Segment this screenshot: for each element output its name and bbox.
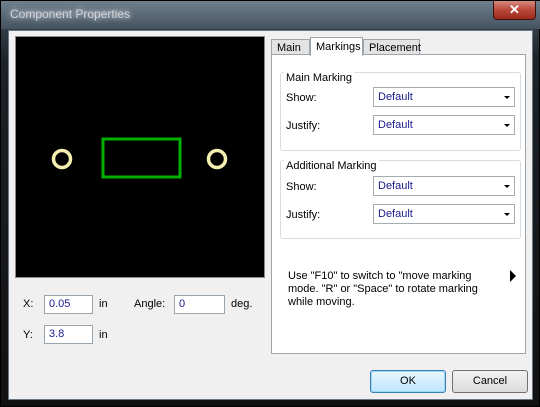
ok-button[interactable]: OK: [370, 370, 446, 393]
additional-justify-dropdown[interactable]: Default: [373, 204, 515, 224]
pad-right: [206, 148, 228, 170]
chevron-down-icon: [504, 96, 510, 99]
angle-label: Angle:: [134, 298, 166, 310]
title-bar[interactable]: Component Properties ✕: [1, 1, 540, 29]
y-input[interactable]: 3.8: [44, 325, 93, 344]
main-show-dropdown[interactable]: Default: [373, 87, 515, 107]
cancel-button[interactable]: Cancel: [452, 370, 528, 393]
component-properties-window: Component Properties ✕ X: 0.05 in Angle:…: [0, 0, 540, 407]
play-arrow-icon[interactable]: [510, 270, 516, 282]
pad-left: [51, 148, 73, 170]
chevron-down-icon: [504, 185, 510, 188]
main-justify-label: Justify:: [286, 120, 321, 132]
close-button[interactable]: ✕: [493, 1, 536, 20]
additional-marking-group: Additional Marking Show: Default Justify…: [280, 160, 521, 239]
y-label: Y:: [23, 329, 33, 341]
x-input[interactable]: 0.05: [44, 295, 93, 314]
main-show-value: Default: [378, 91, 413, 103]
markings-tab-panel: Main Marking Show: Default Justify: Defa…: [271, 54, 526, 354]
hint-text: Use "F10" to switch to "move marking mod…: [288, 270, 493, 309]
additional-show-dropdown[interactable]: Default: [373, 176, 515, 196]
additional-marking-title: Additional Marking: [284, 160, 379, 172]
dialog-client: X: 0.05 in Angle: 0 deg. Y: 3.8 in Main …: [8, 30, 533, 400]
angle-input[interactable]: 0: [174, 295, 225, 314]
hint-line-2: mode. "R" or "Space" to rotate marking: [288, 283, 478, 295]
additional-justify-value: Default: [378, 208, 413, 220]
component-outline: [101, 137, 182, 179]
main-marking-group: Main Marking Show: Default Justify: Defa…: [280, 72, 521, 151]
x-unit: in: [99, 298, 108, 310]
chevron-down-icon: [504, 213, 510, 216]
main-justify-value: Default: [378, 119, 413, 131]
hint-line-3: while moving.: [288, 296, 355, 308]
x-label: X:: [23, 298, 34, 310]
component-preview: [15, 36, 265, 278]
additional-justify-label: Justify:: [286, 209, 321, 221]
additional-show-value: Default: [378, 180, 413, 192]
window-title: Component Properties: [10, 7, 131, 21]
y-unit: in: [99, 329, 108, 341]
main-show-label: Show:: [286, 92, 317, 104]
chevron-down-icon: [504, 124, 510, 127]
main-marking-title: Main Marking: [284, 72, 355, 84]
footprint-drawing: [51, 137, 228, 179]
tab-markings[interactable]: Markings: [310, 37, 363, 56]
additional-show-label: Show:: [286, 181, 317, 193]
angle-unit: deg.: [231, 298, 253, 310]
hint-line-1: Use "F10" to switch to "move marking: [288, 270, 472, 282]
main-justify-dropdown[interactable]: Default: [373, 115, 515, 135]
coordinates-panel: X: 0.05 in Angle: 0 deg. Y: 3.8 in: [15, 282, 265, 350]
